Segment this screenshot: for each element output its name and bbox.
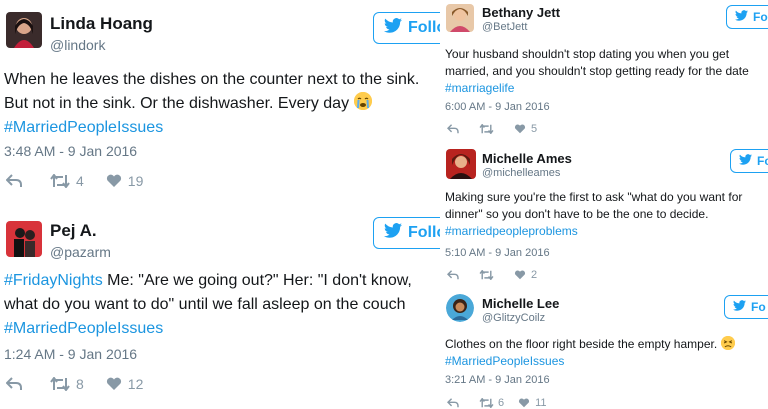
persevering-face-emoji-icon <box>720 336 735 350</box>
tweet-actions: 4 19 <box>6 173 143 189</box>
author-name[interactable]: Michelle Lee <box>482 296 559 311</box>
reply-icon[interactable] <box>6 174 22 188</box>
twitter-bird-icon <box>735 10 748 24</box>
reply-icon[interactable] <box>447 124 459 134</box>
tweet-text: When he leaves the dishes on the counter… <box>4 68 440 140</box>
tweet-actions: 5 <box>447 123 537 135</box>
like-count: 11 <box>535 397 547 409</box>
follow-button[interactable]: Fo <box>724 295 768 319</box>
author-handle[interactable]: @michelleames <box>482 167 560 179</box>
follow-label: Fo <box>751 300 766 314</box>
heart-icon[interactable] <box>514 124 526 134</box>
hashtag-link[interactable]: #MarriedPeopleIssues <box>445 353 768 370</box>
follow-button[interactable]: Follo <box>373 12 440 44</box>
tweet-actions: 2 <box>447 269 537 281</box>
right-tweet-panel: Bethany Jett @BetJett Fo Your husband sh… <box>440 0 768 409</box>
avatar[interactable] <box>446 4 474 32</box>
reply-icon[interactable] <box>447 270 459 280</box>
retweet-count: 6 <box>498 397 505 409</box>
twitter-bird-icon <box>739 154 752 168</box>
heart-icon[interactable] <box>518 398 530 408</box>
hashtag-link[interactable]: #MarriedPeopleIssues <box>4 116 440 140</box>
retweet-count: 8 <box>76 376 84 392</box>
like-count: 5 <box>531 123 538 135</box>
retweet-count: 4 <box>76 173 84 189</box>
author-handle[interactable]: @lindork <box>50 37 105 53</box>
tweet-text: Your husband shouldn't stop dating you w… <box>445 46 768 97</box>
follow-button[interactable]: Fo <box>730 149 768 173</box>
tweet-timestamp[interactable]: 5:10 AM - 9 Jan 2016 <box>445 247 550 259</box>
follow-label: Follo <box>408 224 440 241</box>
reply-icon[interactable] <box>6 377 22 391</box>
tweet-body: Clothes on the floor right beside the em… <box>445 337 718 351</box>
retweet-icon[interactable] <box>479 398 494 408</box>
retweet-icon[interactable] <box>50 174 70 188</box>
crying-face-emoji-icon <box>353 92 372 110</box>
tweet-body: Making sure you're the first to ask "wha… <box>445 190 743 221</box>
tweet-card: Pej A. @pazarm Follo #FridayNights Me: "… <box>0 205 440 409</box>
author-name[interactable]: Michelle Ames <box>482 151 572 166</box>
hashtag-link[interactable]: #MarriedPeopleIssues <box>4 317 440 341</box>
follow-button[interactable]: Follo <box>373 217 440 249</box>
hashtag-link[interactable]: #marriagelife <box>445 80 768 97</box>
retweet-icon[interactable] <box>50 377 70 391</box>
author-handle[interactable]: @pazarm <box>50 244 111 260</box>
tweet-timestamp[interactable]: 1:24 AM - 9 Jan 2016 <box>4 346 137 362</box>
avatar[interactable] <box>6 12 42 48</box>
retweet-icon[interactable] <box>479 124 494 134</box>
author-name[interactable]: Linda Hoang <box>50 14 153 34</box>
left-tweet-panel: Linda Hoang @lindork Follo When he leave… <box>0 0 440 409</box>
tweet-timestamp[interactable]: 3:48 AM - 9 Jan 2016 <box>4 143 137 159</box>
follow-label: Follo <box>408 19 440 36</box>
twitter-bird-icon <box>384 18 402 38</box>
tweet-text: Clothes on the floor right beside the em… <box>445 336 768 370</box>
twitter-bird-icon <box>384 223 402 243</box>
follow-label: Fo <box>753 10 768 24</box>
tweet-card: Michelle Ames @michelleames Fo Making su… <box>440 145 768 290</box>
heart-icon[interactable] <box>514 270 526 280</box>
author-handle[interactable]: @BetJett <box>482 21 527 33</box>
follow-button[interactable]: Fo <box>726 5 768 29</box>
avatar[interactable] <box>6 221 42 257</box>
hashtag-link[interactable]: #FridayNights <box>4 272 103 289</box>
author-handle[interactable]: @GlitzyCoilz <box>482 312 545 324</box>
avatar[interactable] <box>446 294 474 322</box>
tweet-text: #FridayNights Me: "Are we going out?" He… <box>4 269 440 341</box>
like-count: 12 <box>127 376 144 392</box>
heart-icon[interactable] <box>106 377 122 391</box>
heart-icon[interactable] <box>106 174 122 188</box>
tweet-card: Michelle Lee @GlitzyCoilz Fo Clothes on … <box>440 290 768 409</box>
author-name[interactable]: Bethany Jett <box>482 5 560 20</box>
tweet-body: Your husband shouldn't stop dating you w… <box>445 47 749 78</box>
avatar[interactable] <box>446 149 476 179</box>
follow-label: Fo <box>757 154 768 168</box>
like-count: 19 <box>127 173 144 189</box>
tweet-text: Making sure you're the first to ask "wha… <box>445 189 768 240</box>
author-name[interactable]: Pej A. <box>50 221 97 241</box>
tweet-actions: 8 12 <box>6 376 143 392</box>
like-count: 2 <box>531 269 538 281</box>
hashtag-link[interactable]: #marriedpeopleproblems <box>445 223 768 240</box>
twitter-bird-icon <box>733 300 746 314</box>
reply-icon[interactable] <box>447 398 459 408</box>
tweet-card: Linda Hoang @lindork Follo When he leave… <box>0 0 440 205</box>
tweet-actions: 6 11 <box>447 397 547 409</box>
tweet-timestamp[interactable]: 3:21 AM - 9 Jan 2016 <box>445 374 550 386</box>
tweet-card: Bethany Jett @BetJett Fo Your husband sh… <box>440 0 768 145</box>
retweet-icon[interactable] <box>479 270 494 280</box>
tweet-timestamp[interactable]: 6:00 AM - 9 Jan 2016 <box>445 101 550 113</box>
